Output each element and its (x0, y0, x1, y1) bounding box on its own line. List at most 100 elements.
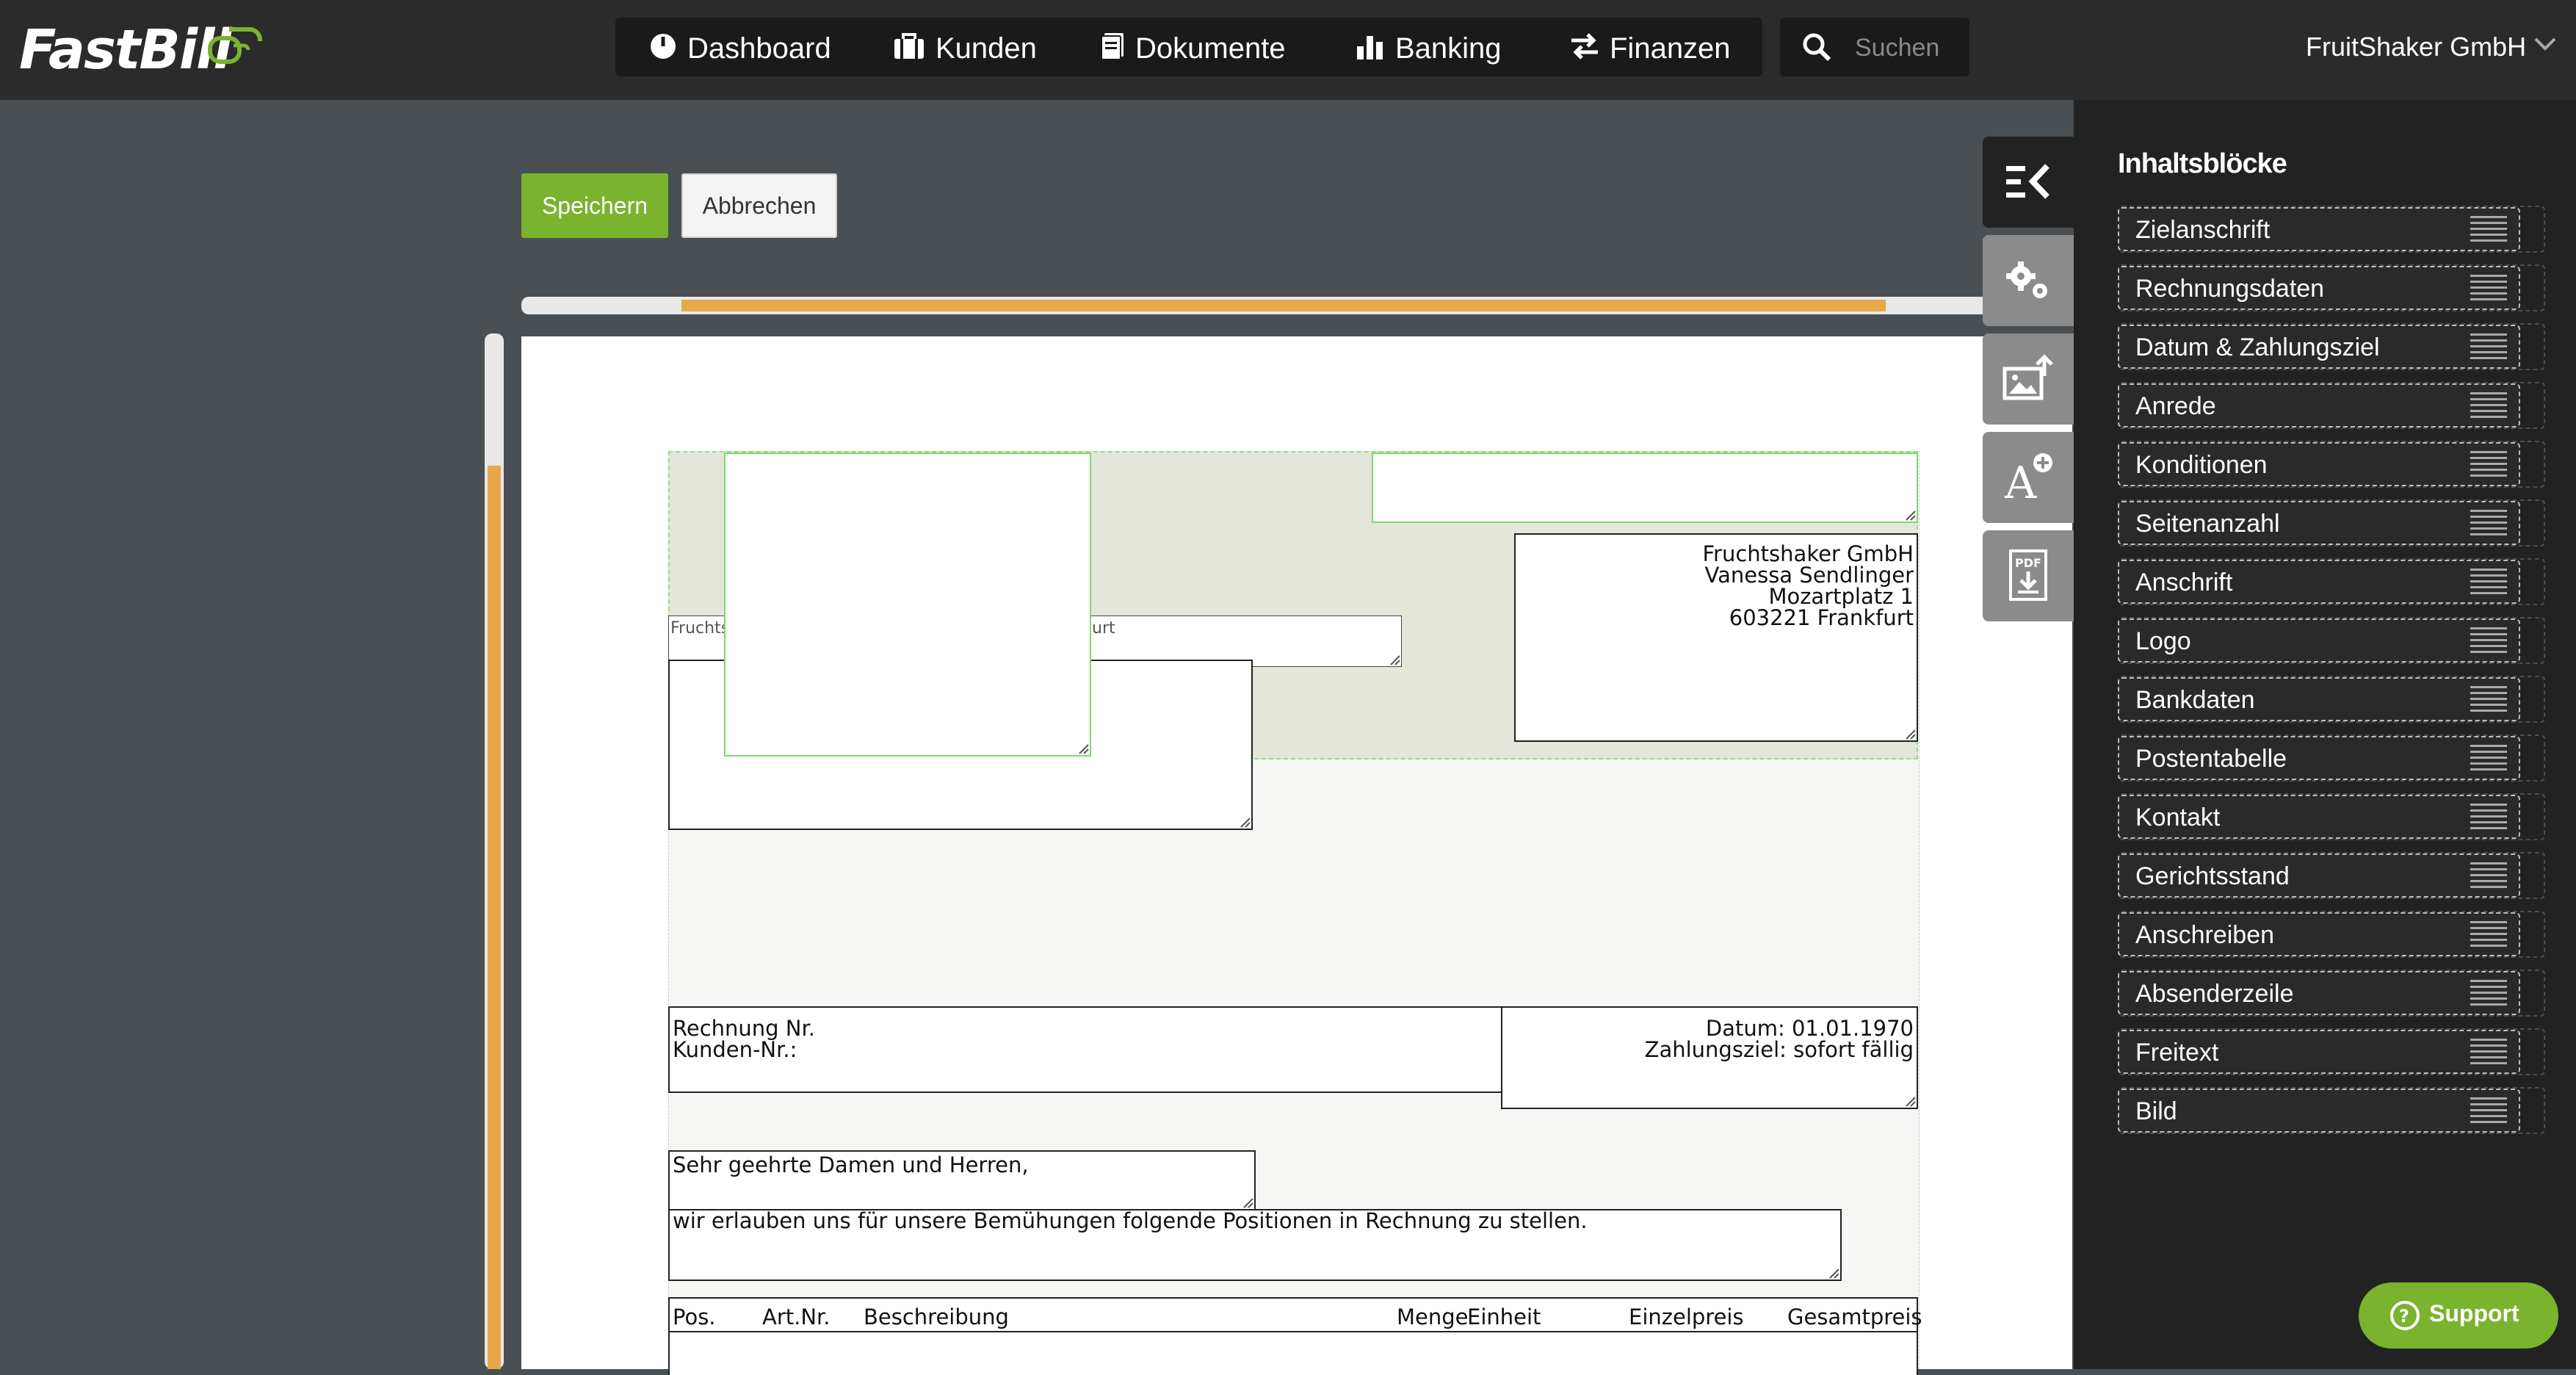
settings-gears-icon (2006, 261, 2047, 298)
header-text-block[interactable] (1372, 452, 1918, 523)
content-block-item[interactable]: Gerichtsstand (2118, 853, 2520, 898)
recipient-address-block[interactable]: Fruchtshaker GmbH Vanessa Sendlinger Moz… (1514, 533, 1918, 742)
content-block-item[interactable]: Anrede (2118, 383, 2520, 427)
drag-handle-icon[interactable] (2470, 920, 2507, 949)
invoice-data-block[interactable]: Rechnung Nr. Kunden-Nr.: (668, 1006, 1505, 1093)
search-input[interactable] (1853, 28, 1959, 68)
content-block-item[interactable]: Zielanschrift (2118, 207, 2520, 251)
content-block-label: Logo (2135, 627, 2191, 655)
fastbill-logo[interactable]: FastBill (19, 16, 232, 84)
content-block-label: Rechnungsdaten (2135, 275, 2325, 303)
content-block-label: Anschrift (2135, 569, 2233, 596)
column-art-nr: Art.Nr. (762, 1304, 831, 1329)
item-table-body[interactable] (668, 1331, 1918, 1375)
vertical-scroll-thumb[interactable] (488, 466, 501, 1369)
drag-handle-icon[interactable] (2470, 332, 2507, 361)
tab-content-blocks[interactable] (1983, 137, 2074, 228)
content-block-item[interactable]: Rechnungsdaten (2118, 266, 2520, 310)
recipient-line: Vanessa Sendlinger (1704, 563, 1914, 588)
save-button[interactable]: Speichern (521, 173, 668, 238)
nav-banking[interactable]: Banking (1356, 18, 1502, 76)
horizontal-scrollbar[interactable] (521, 297, 2006, 314)
nav-banking-label: Banking (1395, 32, 1502, 65)
item-table-header[interactable]: Pos. Art.Nr. Beschreibung Menge Einheit … (668, 1297, 1922, 1332)
content-block-label: Bankdaten (2135, 686, 2255, 714)
content-block-item[interactable]: Kontakt (2118, 795, 2520, 839)
content-block-item[interactable]: Datum & Zahlungsziel (2118, 325, 2520, 369)
drag-handle-icon[interactable] (2470, 978, 2507, 1008)
briefcase-icon (894, 33, 924, 59)
resize-handle-icon[interactable] (1243, 1198, 1253, 1208)
content-block-item[interactable]: Anschrift (2118, 560, 2520, 604)
drag-handle-icon[interactable] (2470, 861, 2507, 890)
content-block-label: Datum & Zahlungsziel (2135, 333, 2380, 361)
drag-handle-icon[interactable] (2470, 1037, 2507, 1067)
content-block-item[interactable]: Logo (2118, 618, 2520, 663)
content-block-item[interactable]: Seitenanzahl (2118, 501, 2520, 545)
column-pos: Pos. (673, 1304, 716, 1329)
drag-handle-icon[interactable] (2470, 391, 2507, 420)
invoice-date: Datum: 01.01.1970 (1705, 1016, 1914, 1041)
nav-dashboard[interactable]: Dashboard (649, 18, 831, 76)
search-icon[interactable] (1802, 32, 1831, 62)
content-block-item[interactable]: Absenderzeile (2118, 971, 2520, 1015)
drag-handle-icon[interactable] (2470, 1096, 2507, 1125)
drag-handle-icon[interactable] (2470, 685, 2507, 714)
content-block-item[interactable]: Freitext (2118, 1030, 2520, 1074)
sender-line-text-right: urt (1092, 619, 1115, 638)
recipient-line: 603221 Frankfurt (1729, 605, 1914, 630)
content-block-item[interactable]: Bankdaten (2118, 677, 2520, 721)
resize-handle-icon[interactable] (1906, 510, 1916, 521)
panel-title: Inhaltsblöcke (2118, 148, 2287, 179)
date-payment-text: Datum: 01.01.1970 Zahlungsziel: sofort f… (1645, 1018, 1914, 1061)
nav-dashboard-label: Dashboard (687, 32, 831, 65)
recipient-address: Fruchtshaker GmbH Vanessa Sendlinger Moz… (1702, 544, 1914, 629)
resize-handle-icon[interactable] (1906, 1097, 1916, 1107)
resize-handle-icon[interactable] (1829, 1268, 1839, 1279)
payment-terms: Zahlungsziel: sofort fällig (1644, 1037, 1914, 1062)
chevron-down-icon[interactable] (2533, 37, 2557, 51)
support-label: Support (2429, 1300, 2519, 1327)
resize-handle-icon[interactable] (1079, 744, 1089, 754)
drag-handle-icon[interactable] (2470, 743, 2507, 773)
nav-finanzen[interactable]: Finanzen (1570, 18, 1731, 76)
logo-placeholder-block[interactable] (724, 452, 1091, 757)
content-block-label: Absenderzeile (2135, 980, 2294, 1008)
search-box (1780, 18, 1969, 76)
drag-handle-icon[interactable] (2470, 214, 2507, 244)
vertical-scrollbar[interactable] (485, 333, 504, 1369)
tab-image-upload[interactable] (1983, 333, 2074, 425)
support-button[interactable]: ? Support (2359, 1282, 2558, 1349)
font-add-icon: A (2004, 453, 2052, 507)
content-block-item[interactable]: Anschreiben (2118, 912, 2520, 956)
content-block-item[interactable]: Postentabelle (2118, 736, 2520, 780)
content-block-label: Seitenanzahl (2135, 510, 2280, 538)
company-switcher[interactable]: FruitShaker GmbH (2306, 26, 2526, 68)
tab-pdf-download[interactable]: PDF (1983, 530, 2074, 621)
document-icon (1101, 33, 1124, 61)
resize-handle-icon[interactable] (1240, 818, 1251, 828)
nav-dokumente[interactable]: Dokumente (1100, 18, 1286, 76)
salutation-text: Sehr geehrte Damen und Herren, (673, 1152, 1029, 1177)
drag-handle-icon[interactable] (2470, 802, 2507, 831)
drag-handle-icon[interactable] (2470, 567, 2507, 596)
nav-kunden[interactable]: Kunden (893, 18, 1037, 76)
tab-font-add[interactable]: A (1983, 432, 2074, 523)
drag-handle-icon[interactable] (2470, 273, 2507, 303)
date-payment-block[interactable]: Datum: 01.01.1970 Zahlungsziel: sofort f… (1501, 1006, 1918, 1109)
sender-line-text: Fruchts (670, 619, 730, 638)
horizontal-scroll-thumb[interactable] (681, 300, 1886, 311)
intro-text-block[interactable]: wir erlauben uns für unsere Bemühungen f… (668, 1209, 1842, 1281)
content-block-item[interactable]: Bild (2118, 1089, 2520, 1133)
column-einheit: Einheit (1467, 1304, 1541, 1329)
bar-chart-icon (1357, 36, 1383, 60)
content-block-item[interactable]: Konditionen (2118, 442, 2520, 486)
resize-handle-icon[interactable] (1390, 655, 1400, 665)
resize-handle-icon[interactable] (1906, 729, 1916, 740)
drag-handle-icon[interactable] (2470, 450, 2507, 479)
drag-handle-icon[interactable] (2470, 626, 2507, 655)
cancel-button[interactable]: Abbrechen (681, 173, 837, 238)
drag-handle-icon[interactable] (2470, 508, 2507, 538)
tab-settings[interactable] (1983, 235, 2074, 326)
salutation-block[interactable]: Sehr geehrte Damen und Herren, (668, 1150, 1256, 1210)
